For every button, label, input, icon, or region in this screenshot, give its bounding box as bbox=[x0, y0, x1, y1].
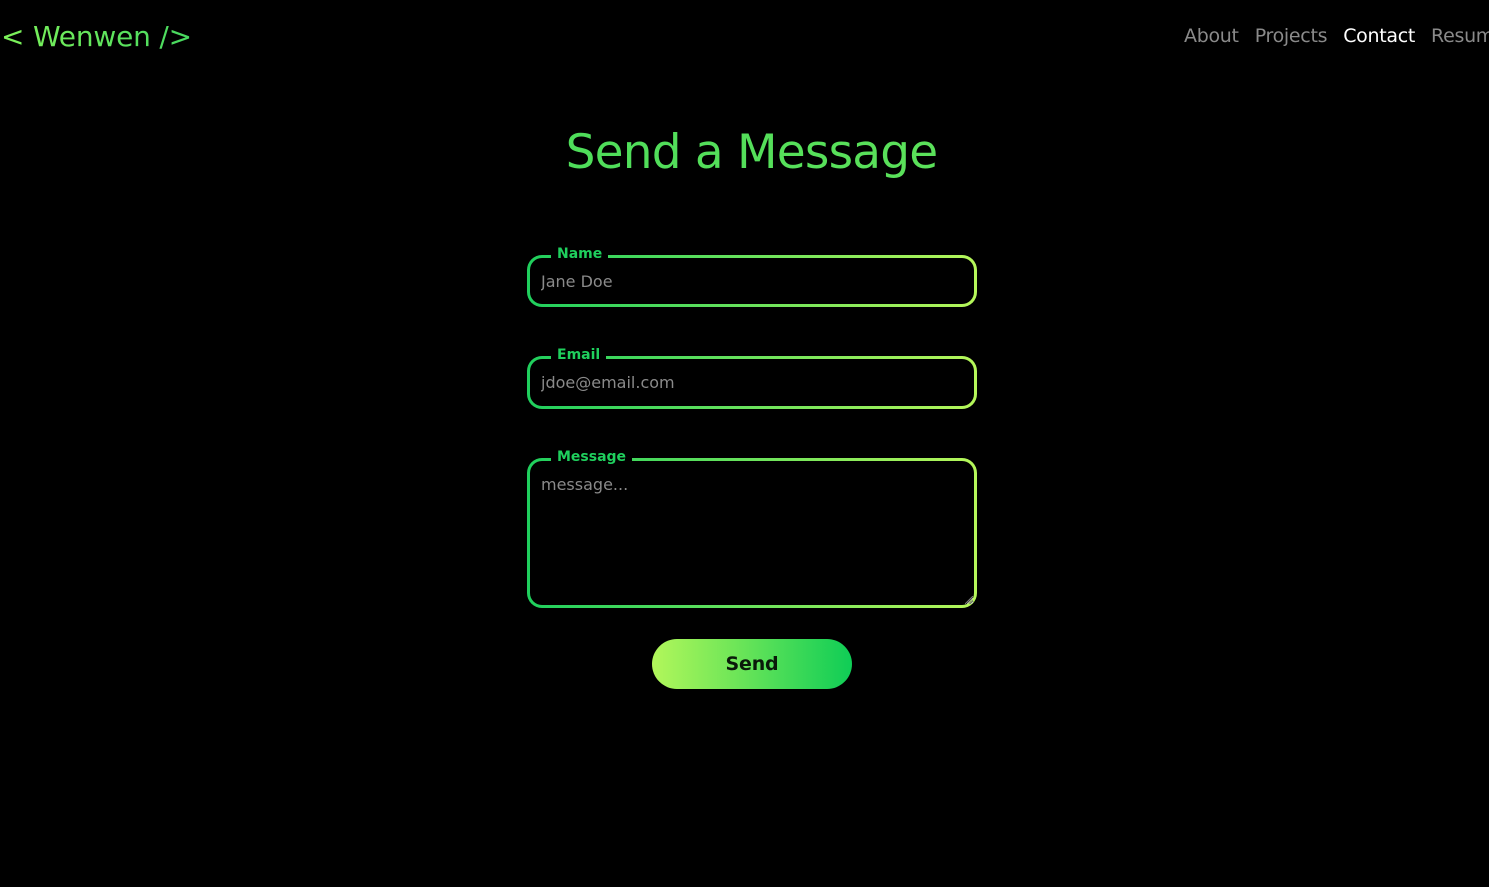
message-field-inner bbox=[530, 461, 974, 605]
name-field-wrapper: Name bbox=[527, 246, 977, 307]
name-field-inner bbox=[530, 258, 974, 304]
email-input[interactable] bbox=[530, 359, 974, 406]
top-nav: About Projects Contact Resume bbox=[1176, 22, 1489, 50]
message-field-wrapper: Message bbox=[527, 449, 977, 608]
nav-link-contact[interactable]: Contact bbox=[1335, 22, 1423, 50]
page-title: Send a Message bbox=[0, 124, 1489, 182]
contact-page: < Wenwen /> About Projects Contact Resum… bbox=[0, 0, 1489, 887]
nav-link-projects[interactable]: Projects bbox=[1247, 22, 1336, 50]
name-input[interactable] bbox=[530, 258, 974, 304]
email-field-inner bbox=[530, 359, 974, 406]
email-field-label: Email bbox=[551, 347, 607, 363]
nav-link-about[interactable]: About bbox=[1176, 22, 1247, 50]
name-field-label: Name bbox=[551, 246, 609, 262]
send-button[interactable]: Send bbox=[652, 639, 852, 689]
email-field-wrapper: Email bbox=[527, 347, 977, 409]
nav-link-resume[interactable]: Resume bbox=[1423, 22, 1489, 50]
message-textarea[interactable] bbox=[530, 461, 974, 605]
resize-grip-icon[interactable] bbox=[965, 596, 973, 604]
site-logo[interactable]: < Wenwen /> bbox=[1, 18, 192, 56]
message-field-label: Message bbox=[551, 449, 633, 465]
